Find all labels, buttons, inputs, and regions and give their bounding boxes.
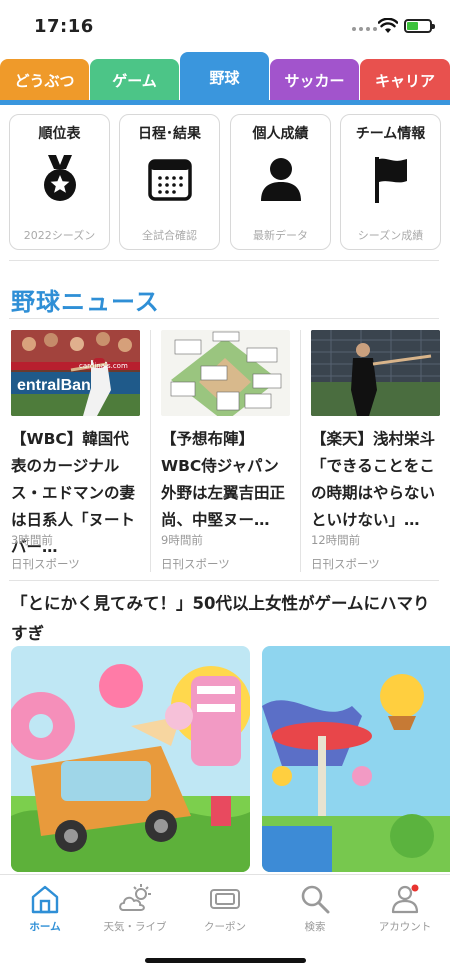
card-subtitle: 2022シーズン (23, 229, 96, 242)
tab-career[interactable]: キャリア (360, 59, 450, 102)
search-icon (301, 885, 330, 914)
nav-search[interactable]: 検索 (270, 875, 360, 945)
promo-headline[interactable]: 「とにかく見てみて！」50代以上女性がゲームにハマりすぎ (11, 589, 441, 649)
battery-icon (404, 19, 435, 33)
card-title: 順位表 (38, 126, 81, 142)
divider (9, 580, 439, 581)
player-stats-card[interactable]: 個人成績 最新データ (230, 114, 331, 250)
status-bar: 17:16 (0, 0, 450, 52)
nav-label: ホーム (29, 921, 61, 933)
tab-animals[interactable]: どうぶつ (0, 59, 89, 102)
news-source: 日刊スポーツ (11, 557, 80, 571)
person-icon (261, 158, 301, 201)
tab-label: どうぶつ (14, 72, 75, 90)
tab-label: キャリア (374, 72, 435, 90)
team-info-card[interactable]: チーム情報 シーズン成績 (340, 114, 441, 250)
nav-coupon[interactable]: クーポン (180, 875, 270, 945)
card-subtitle: シーズン成績 (357, 229, 424, 242)
news-time: 12時間前 (311, 533, 361, 547)
flag-icon (375, 157, 407, 203)
news-thumbnail: entralBan cardinals.com (11, 330, 140, 416)
news-thumbnail (311, 330, 440, 416)
baseball-menu: 順位表 2022シーズン 日程･結果 全試合確認 個人成績 最新データ チーム情… (9, 114, 441, 250)
account-icon (391, 884, 419, 914)
news-item[interactable]: 【予想布陣】WBC侍ジャパン外野は左翼吉田正尚、中堅ヌー… 9時間前 日刊スポー… (161, 330, 291, 572)
nav-account[interactable]: アカウント (360, 875, 450, 945)
news-item[interactable]: 【楽天】浅村栄斗「できることをこの時期はやらないといけない」… 12時間前 日刊… (311, 330, 441, 572)
card-subtitle: 最新データ (253, 229, 308, 242)
nav-label: 検索 (304, 921, 326, 933)
tab-soccer[interactable]: サッカー (270, 59, 359, 102)
notification-badge (411, 884, 419, 892)
category-tabs: どうぶつ ゲーム 野球 サッカー キャリア (0, 52, 450, 104)
news-thumbnail (161, 330, 290, 416)
nav-label: 天気・ライブ (103, 921, 167, 933)
thumb-caption: cardinals.com (79, 362, 128, 370)
news-source: 日刊スポーツ (311, 557, 380, 571)
news-headline: 【楽天】浅村栄斗「できることをこの時期はやらないといけない」… (311, 430, 436, 529)
weather-icon (119, 884, 151, 911)
tab-games[interactable]: ゲーム (90, 59, 179, 102)
news-headline: 【予想布陣】WBC侍ジャパン外野は左翼吉田正尚、中堅ヌー… (161, 430, 286, 529)
schedule-card[interactable]: 日程･結果 全試合確認 (119, 114, 220, 250)
tab-label: ゲーム (112, 72, 157, 90)
wifi-icon (378, 18, 398, 33)
news-time: 9時間前 (161, 533, 203, 547)
home-icon (31, 885, 59, 914)
news-section-title: 野球ニュース (11, 288, 160, 316)
tab-label: サッカー (284, 72, 345, 90)
news-item[interactable]: entralBan cardinals.com 【WBC】韓国代表のカージナルス… (11, 330, 141, 572)
nav-label: アカウント (378, 921, 432, 933)
tab-label: 野球 (209, 68, 240, 87)
tab-baseball[interactable]: 野球 (180, 52, 269, 102)
nav-label: クーポン (204, 921, 246, 933)
tab-underline (0, 100, 450, 105)
promo-image-balloon[interactable] (262, 646, 450, 872)
promo-image-candy-truck[interactable] (11, 646, 250, 872)
standings-card[interactable]: 順位表 2022シーズン (9, 114, 110, 250)
card-title: チーム情報 (355, 126, 426, 142)
divider (9, 260, 439, 261)
divider (150, 330, 151, 572)
divider (300, 330, 301, 572)
nav-home[interactable]: ホーム (0, 875, 90, 945)
svg-text:entralBan: entralBan (17, 377, 91, 394)
calendar-icon (148, 159, 192, 201)
divider (9, 318, 439, 319)
card-subtitle: 全試合確認 (142, 229, 197, 242)
card-title: 個人成績 (252, 126, 309, 142)
nav-weather-live[interactable]: 天気・ライブ (90, 875, 180, 945)
coupon-icon (210, 889, 240, 909)
status-time: 17:16 (34, 16, 94, 37)
medal-icon (44, 155, 76, 201)
home-indicator (145, 958, 306, 963)
news-time: 3時間前 (11, 533, 53, 547)
card-title: 日程･結果 (138, 126, 201, 142)
signal-icon (352, 27, 377, 31)
news-source: 日刊スポーツ (161, 557, 230, 571)
